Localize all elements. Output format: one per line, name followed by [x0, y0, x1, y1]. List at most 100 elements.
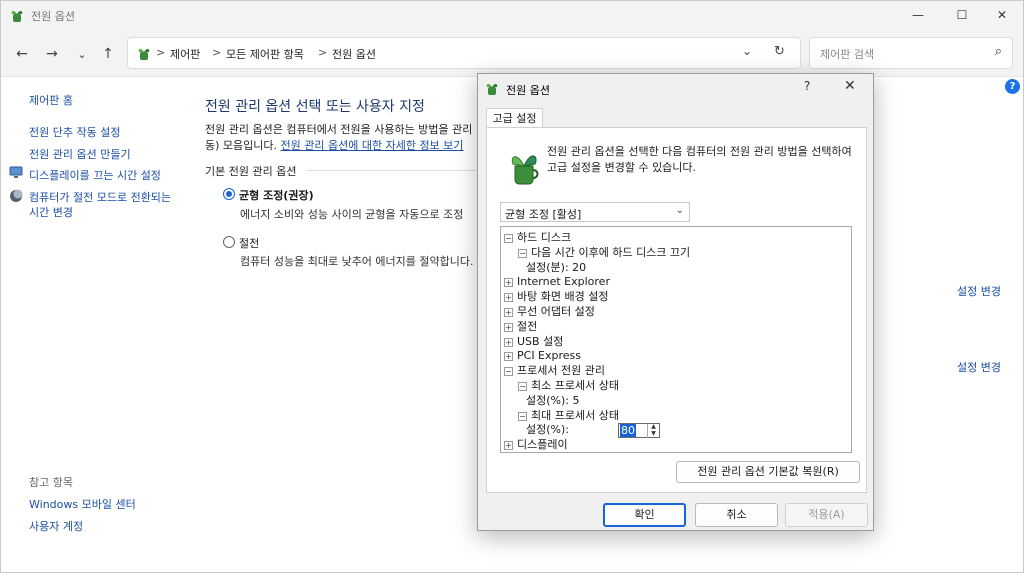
- tree-item-label: 다음 시간 이후에 하드 디스크 끄기: [531, 245, 691, 259]
- page-title: 전원 관리 옵션 선택 또는 사용자 지정: [205, 99, 425, 115]
- breadcrumb-item[interactable]: 전원 옵션: [332, 46, 376, 62]
- stepper-down-icon[interactable]: ▼: [647, 431, 659, 439]
- moon-icon: [9, 189, 23, 203]
- expand-icon[interactable]: +: [504, 352, 513, 362]
- tree-item[interactable]: − 다음 시간 이후에 하드 디스크 끄기: [518, 246, 690, 261]
- search-input[interactable]: 제어판 검색: [820, 46, 874, 62]
- stepper-value[interactable]: 80: [620, 424, 636, 438]
- search-box[interactable]: 제어판 검색 ⌕: [809, 37, 1013, 69]
- close-button[interactable]: ✕: [979, 1, 1024, 29]
- control-panel-home-link[interactable]: 제어판 홈: [29, 92, 73, 108]
- tree-item[interactable]: − 최대 프로세서 상태: [518, 409, 619, 424]
- dialog-intro-text: 전원 관리 옵션을 선택한 다음 컴퓨터의 전원 관리 방법을 선택하여 고급 …: [547, 145, 852, 174]
- collapse-icon[interactable]: −: [518, 248, 527, 258]
- recent-locations-button[interactable]: ⌄: [71, 43, 93, 65]
- back-button[interactable]: ←: [11, 43, 33, 65]
- tree-item[interactable]: + PCI Express: [504, 349, 581, 364]
- expand-icon[interactable]: +: [504, 278, 513, 288]
- power-plant-icon: [9, 7, 25, 23]
- breadcrumb-item[interactable]: 모든 제어판 항목: [226, 46, 304, 62]
- description-prefix: 동) 모음입니다.: [205, 139, 281, 152]
- dialog-help-button[interactable]: ?: [804, 79, 810, 93]
- breadcrumb-separator: >: [318, 46, 328, 59]
- tree-item-label: 설정(%):: [526, 423, 569, 437]
- refresh-button[interactable]: ↻: [774, 44, 785, 59]
- expand-icon[interactable]: +: [504, 441, 513, 451]
- address-bar[interactable]: > 제어판 > 모든 제어판 항목 > 전원 옵션 ⌄ ↻: [127, 37, 801, 69]
- tree-item[interactable]: − 하드 디스크: [504, 231, 571, 246]
- max-processor-state-stepper[interactable]: 80 ▲ ▼: [618, 423, 660, 439]
- collapse-icon[interactable]: −: [518, 411, 527, 421]
- window-title: 전원 옵션: [31, 10, 75, 23]
- title-bar: 전원 옵션 — ☐ ✕: [1, 1, 1023, 29]
- monitor-icon: [9, 166, 23, 179]
- balanced-plan-desc: 에너지 소비와 성능 사이의 균형을 자동으로 조정: [240, 208, 464, 221]
- tree-item-label: 무선 어댑터 설정: [517, 305, 595, 318]
- collapse-icon[interactable]: −: [504, 234, 513, 243]
- page-description: 전원 관리 옵션은 컴퓨터에서 전원을 사용하는 방법을 관리 동) 모음입니다…: [205, 122, 475, 154]
- forward-button[interactable]: →: [41, 43, 63, 65]
- minimize-button[interactable]: —: [895, 1, 941, 29]
- sleep-time-link[interactable]: 컴퓨터가 절전 모드로 전환되는: [29, 189, 171, 205]
- create-power-plan-link[interactable]: 전원 관리 옵션 만들기: [29, 146, 131, 162]
- group-divider: [306, 170, 476, 171]
- tree-item[interactable]: + 절전: [504, 320, 537, 335]
- tree-item[interactable]: − 프로세서 전원 관리: [504, 364, 605, 379]
- tree-item[interactable]: + 바탕 화면 배경 설정: [504, 290, 608, 305]
- tree-item-label: 설정(%): 5: [526, 393, 580, 407]
- restore-defaults-button[interactable]: 전원 관리 옵션 기본값 복원(R): [676, 461, 860, 483]
- help-icon[interactable]: ?: [1005, 79, 1020, 94]
- tree-item[interactable]: 설정(%): 80 ▲ ▼: [526, 423, 660, 439]
- power-saver-plan-radio[interactable]: [223, 236, 235, 248]
- power-plant-icon: [136, 45, 152, 61]
- tree-item-label: 설정(분): 20: [526, 260, 587, 274]
- balanced-plan-radio[interactable]: [223, 188, 235, 200]
- power-options-dialog: 전원 옵션 ? ✕ 고급 설정 전원 관리 옵션을 선택한 다음 컴퓨터의 전원…: [477, 73, 874, 531]
- power-plan-select[interactable]: 균형 조정 [활성] ⌄: [500, 202, 690, 222]
- power-saver-change-settings-link[interactable]: 설정 변경: [957, 359, 1001, 375]
- group-label: 기본 전원 관리 옵션: [205, 165, 297, 178]
- expand-icon[interactable]: +: [504, 308, 513, 317]
- tree-item[interactable]: − 최소 프로세서 상태: [518, 379, 619, 394]
- search-icon[interactable]: ⌕: [995, 44, 1002, 59]
- display-off-time-link[interactable]: 디스플레이를 끄는 시간 설정: [29, 167, 161, 183]
- tree-item-label: 절전: [517, 319, 538, 333]
- settings-tree[interactable]: − 하드 디스크 − 다음 시간 이후에 하드 디스크 끄기 설정(분): 20 + Int…: [500, 226, 852, 453]
- collapse-icon[interactable]: −: [518, 382, 527, 391]
- tree-item-label: 하드 디스크: [517, 231, 572, 244]
- breadcrumb-separator: >: [156, 46, 166, 59]
- expand-icon[interactable]: +: [504, 337, 513, 347]
- see-also-heading: 참고 항목: [29, 476, 73, 489]
- up-button[interactable]: ↑: [97, 43, 119, 65]
- windows-mobility-center-link[interactable]: Windows 모바일 센터: [29, 496, 136, 512]
- ok-button[interactable]: 확인: [603, 503, 686, 527]
- collapse-icon[interactable]: −: [504, 367, 513, 377]
- sleep-time-link-line2[interactable]: 시간 변경: [29, 204, 73, 220]
- expand-icon[interactable]: +: [504, 322, 513, 332]
- dialog-close-button[interactable]: ✕: [844, 78, 856, 94]
- power-saver-plan-name[interactable]: 절전: [239, 235, 259, 251]
- tree-item[interactable]: + Internet Explorer: [504, 275, 610, 290]
- tree-item[interactable]: + 디스플레이: [504, 438, 568, 452]
- cancel-button[interactable]: 취소: [695, 503, 778, 527]
- breadcrumb-item[interactable]: 제어판: [170, 46, 200, 62]
- tree-item[interactable]: + 무선 어댑터 설정: [504, 305, 595, 320]
- tree-item-label: PCI Express: [517, 349, 582, 363]
- address-dropdown-button[interactable]: ⌄: [742, 44, 752, 58]
- user-accounts-link[interactable]: 사용자 계정: [29, 518, 83, 534]
- chevron-down-icon: ⌄: [675, 205, 684, 216]
- tree-item-label: 바탕 화면 배경 설정: [517, 290, 609, 304]
- tree-item[interactable]: + USB 설정: [504, 335, 563, 350]
- expand-icon[interactable]: +: [504, 293, 513, 303]
- power-button-settings-link[interactable]: 전원 단추 작동 설정: [29, 124, 120, 140]
- description-line-1: 전원 관리 옵션은 컴퓨터에서 전원을 사용하는 방법을 관리: [205, 123, 473, 136]
- balanced-plan-name[interactable]: 균형 조정(권장): [239, 187, 314, 203]
- advanced-settings-panel: 전원 관리 옵션을 선택한 다음 컴퓨터의 전원 관리 방법을 선택하여 고급 …: [486, 127, 867, 493]
- power-plan-info-link[interactable]: 전원 관리 옵션에 대한 자세한 정보 보기: [281, 139, 464, 152]
- tree-item[interactable]: 설정(%): 5: [526, 394, 579, 409]
- tab-advanced-settings[interactable]: 고급 설정: [486, 108, 543, 128]
- power-plant-icon: [484, 80, 500, 96]
- tree-item-label: USB 설정: [517, 334, 564, 348]
- balanced-change-settings-link[interactable]: 설정 변경: [957, 283, 1001, 299]
- tree-item[interactable]: 설정(분): 20: [526, 261, 586, 276]
